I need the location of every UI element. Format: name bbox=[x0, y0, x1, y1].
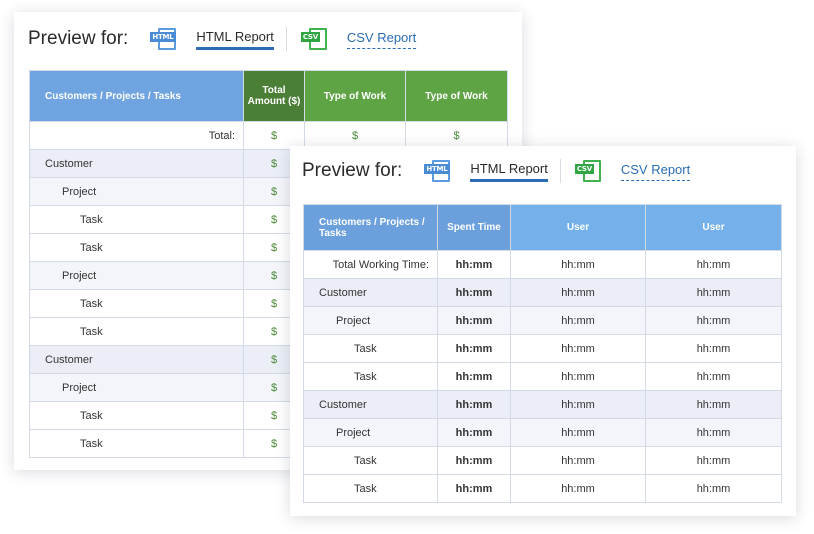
time-report-preview-card: Preview for: HTML HTML Report CSV CSV Re… bbox=[290, 146, 796, 516]
csv-report-link[interactable]: CSV Report bbox=[346, 30, 417, 49]
value-cell: hh:mm bbox=[437, 250, 511, 279]
html-file-icon[interactable]: HTML bbox=[150, 28, 178, 50]
table-header-row: Customers / Projects / Tasks Total Amoun… bbox=[29, 70, 508, 122]
value-cell: hh:mm bbox=[437, 362, 511, 391]
project-name-cell: Project bbox=[303, 306, 438, 335]
column-header-user: User bbox=[510, 204, 646, 251]
table-row-task: Task hh:mm hh:mm hh:mm bbox=[303, 334, 782, 363]
csv-file-icon[interactable]: CSV bbox=[574, 160, 603, 182]
column-header-customers: Customers / Projects / Tasks bbox=[303, 204, 438, 251]
table-row-task: Task hh:mm hh:mm hh:mm bbox=[303, 474, 782, 503]
customer-name-cell: Customer bbox=[29, 345, 244, 374]
value-cell: hh:mm bbox=[645, 334, 782, 363]
time-report-table: Customers / Projects / Tasks Spent Time … bbox=[303, 204, 782, 503]
value-cell: hh:mm bbox=[645, 250, 782, 279]
column-header-type-of-work: Type of Work bbox=[304, 70, 406, 122]
customer-name-cell: Customer bbox=[303, 390, 438, 419]
value-cell: hh:mm bbox=[645, 362, 782, 391]
total-name-cell: Total: bbox=[29, 121, 244, 150]
preview-format-bar: Preview for: HTML HTML Report CSV CSV Re… bbox=[28, 24, 417, 54]
value-cell: hh:mm bbox=[437, 446, 511, 475]
value-cell: hh:mm bbox=[510, 418, 646, 447]
column-header-customers: Customers / Projects / Tasks bbox=[29, 70, 244, 122]
column-header-total-amount: Total Amount ($) bbox=[243, 70, 305, 122]
project-name-cell: Project bbox=[303, 418, 438, 447]
task-name-cell: Task bbox=[303, 334, 438, 363]
preview-format-bar: Preview for: HTML HTML Report CSV CSV Re… bbox=[302, 156, 691, 186]
value-cell: hh:mm bbox=[437, 390, 511, 419]
html-report-tab[interactable]: HTML Report bbox=[196, 29, 274, 50]
value-cell: hh:mm bbox=[510, 362, 646, 391]
preview-label: Preview for: bbox=[302, 160, 403, 181]
task-name-cell: Task bbox=[303, 362, 438, 391]
total-name-cell: Total Working Time: bbox=[303, 250, 438, 279]
task-name-cell: Task bbox=[29, 429, 244, 458]
value-cell: hh:mm bbox=[510, 306, 646, 335]
value-cell: hh:mm bbox=[645, 446, 782, 475]
value-cell: hh:mm bbox=[510, 446, 646, 475]
task-name-cell: Task bbox=[29, 205, 244, 234]
table-row-customer: Customer hh:mm hh:mm hh:mm bbox=[303, 390, 782, 419]
task-name-cell: Task bbox=[29, 317, 244, 346]
csv-file-icon[interactable]: CSV bbox=[300, 28, 329, 50]
preview-label: Preview for: bbox=[28, 28, 129, 49]
value-cell: hh:mm bbox=[437, 474, 511, 503]
value-cell: hh:mm bbox=[437, 334, 511, 363]
csv-report-link[interactable]: CSV Report bbox=[620, 162, 691, 181]
html-file-icon[interactable]: HTML bbox=[424, 160, 452, 182]
value-cell: hh:mm bbox=[437, 278, 511, 307]
value-cell: hh:mm bbox=[510, 278, 646, 307]
value-cell: hh:mm bbox=[645, 306, 782, 335]
value-cell: hh:mm bbox=[510, 390, 646, 419]
value-cell: hh:mm bbox=[645, 278, 782, 307]
column-header-type-of-work: Type of Work bbox=[405, 70, 508, 122]
task-name-cell: Task bbox=[29, 401, 244, 430]
value-cell: hh:mm bbox=[437, 418, 511, 447]
task-name-cell: Task bbox=[29, 233, 244, 262]
table-row-project: Project hh:mm hh:mm hh:mm bbox=[303, 306, 782, 335]
table-row-task: Task hh:mm hh:mm hh:mm bbox=[303, 446, 782, 475]
task-name-cell: Task bbox=[29, 289, 244, 318]
project-name-cell: Project bbox=[29, 177, 244, 206]
tab-divider bbox=[559, 159, 561, 183]
tab-divider bbox=[285, 27, 287, 51]
value-cell: hh:mm bbox=[645, 390, 782, 419]
project-name-cell: Project bbox=[29, 261, 244, 290]
table-row-task: Task hh:mm hh:mm hh:mm bbox=[303, 362, 782, 391]
task-name-cell: Task bbox=[303, 446, 438, 475]
customer-name-cell: Customer bbox=[303, 278, 438, 307]
column-header-spent-time: Spent Time bbox=[437, 204, 511, 251]
table-row-project: Project hh:mm hh:mm hh:mm bbox=[303, 418, 782, 447]
value-cell: hh:mm bbox=[510, 334, 646, 363]
value-cell: hh:mm bbox=[510, 474, 646, 503]
value-cell: hh:mm bbox=[645, 418, 782, 447]
task-name-cell: Task bbox=[303, 474, 438, 503]
value-cell: hh:mm bbox=[645, 474, 782, 503]
project-name-cell: Project bbox=[29, 373, 244, 402]
customer-name-cell: Customer bbox=[29, 149, 244, 178]
value-cell: hh:mm bbox=[510, 250, 646, 279]
value-cell: hh:mm bbox=[437, 306, 511, 335]
column-header-user: User bbox=[645, 204, 782, 251]
html-report-tab[interactable]: HTML Report bbox=[470, 161, 548, 182]
table-row-customer: Customer hh:mm hh:mm hh:mm bbox=[303, 278, 782, 307]
table-header-row: Customers / Projects / Tasks Spent Time … bbox=[303, 204, 782, 251]
table-row-total: Total Working Time: hh:mm hh:mm hh:mm bbox=[303, 250, 782, 279]
